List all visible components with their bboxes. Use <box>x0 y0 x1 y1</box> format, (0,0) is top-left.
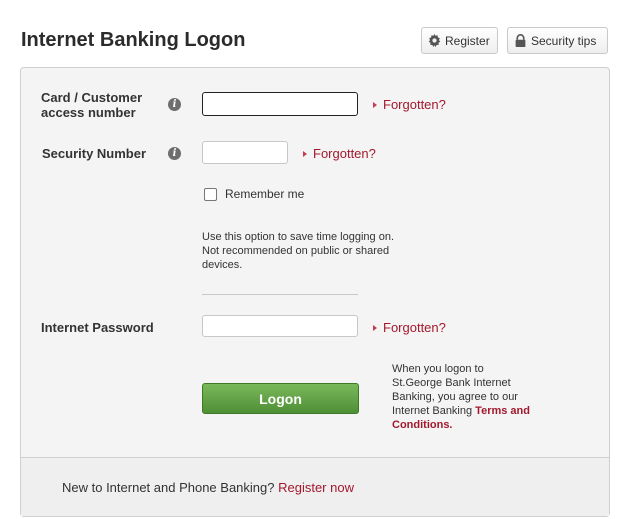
info-icon[interactable]: i <box>168 98 181 111</box>
caret-right-icon <box>373 324 377 331</box>
info-icon[interactable]: i <box>168 147 181 160</box>
caret-right-icon <box>303 150 307 157</box>
remember-me-label[interactable]: Remember me <box>225 187 304 201</box>
logon-button[interactable]: Logon <box>202 383 359 414</box>
caret-right-icon <box>373 101 377 108</box>
password-input[interactable] <box>202 315 358 337</box>
gear-icon <box>428 34 441 47</box>
lock-icon <box>514 34 527 47</box>
forgotten-label: Forgotten? <box>383 320 446 335</box>
logon-form-panel: Card / Customer access number i Forgotte… <box>20 67 610 517</box>
security-tips-button-label: Security tips <box>531 33 597 48</box>
security-forgotten-link[interactable]: Forgotten? <box>303 146 376 161</box>
register-now-link[interactable]: Register now <box>278 480 354 495</box>
terms-text: When you logon to St.George Bank Interne… <box>392 363 530 431</box>
security-number-input[interactable] <box>202 141 288 164</box>
remember-help-text: Use this option to save time logging on.… <box>202 231 395 271</box>
register-button[interactable]: Register <box>421 27 498 54</box>
remember-me-checkbox[interactable] <box>204 188 217 201</box>
security-tips-button[interactable]: Security tips <box>507 27 608 54</box>
forgotten-label: Forgotten? <box>383 97 446 112</box>
terms-link[interactable]: Terms and <box>475 405 530 417</box>
card-forgotten-link[interactable]: Forgotten? <box>373 97 446 112</box>
conditions-link[interactable]: Conditions. <box>392 419 453 431</box>
security-number-label: Security Number <box>42 146 147 161</box>
register-button-label: Register <box>445 33 490 48</box>
footer: New to Internet and Phone Banking? Regis… <box>21 457 609 516</box>
footer-text: New to Internet and Phone Banking? Regis… <box>62 480 354 495</box>
card-number-label: Card / Customer access number <box>41 90 143 120</box>
divider <box>202 294 358 295</box>
forgotten-label: Forgotten? <box>313 146 376 161</box>
page-title: Internet Banking Logon <box>21 29 246 51</box>
password-forgotten-link[interactable]: Forgotten? <box>373 320 446 335</box>
password-label: Internet Password <box>41 320 154 335</box>
card-number-input[interactable] <box>202 92 358 116</box>
